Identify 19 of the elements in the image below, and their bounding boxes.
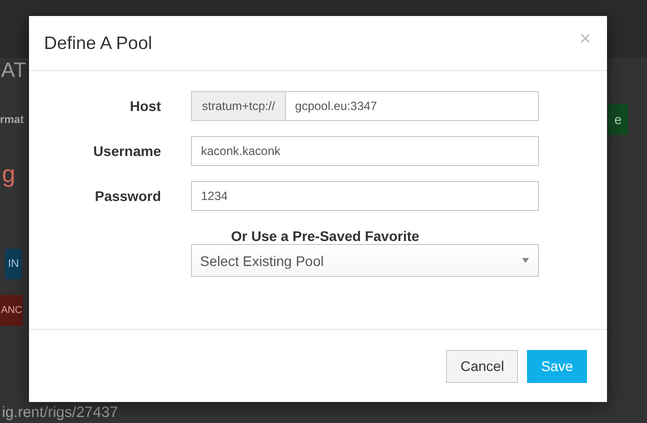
action-button[interactable]: e bbox=[608, 104, 628, 135]
username-field[interactable]: kaconk.kaconk bbox=[191, 136, 539, 166]
caret-icon bbox=[522, 258, 529, 263]
rig-url: ig.rent/rigs/27437 bbox=[2, 403, 118, 422]
info-button[interactable]: IN bbox=[5, 249, 22, 279]
protocol-addon: stratum+tcp:// bbox=[191, 91, 286, 121]
page-heading: AT bbox=[1, 58, 26, 84]
favorite-label: Or Use a Pre-Saved Favorite bbox=[231, 228, 420, 244]
cancel-button[interactable]: Cancel bbox=[446, 350, 518, 382]
field-label: Username bbox=[92, 143, 161, 159]
field-label: Host bbox=[128, 98, 161, 114]
section-heading: g bbox=[2, 160, 16, 190]
pool-dropdown[interactable]: Select Existing Pool bbox=[191, 244, 539, 277]
host-field[interactable]: gcpool.eu:3347 bbox=[285, 91, 539, 121]
password-field[interactable]: 1234 bbox=[191, 181, 539, 211]
cancel-button[interactable]: ANC bbox=[0, 295, 24, 326]
field-label: Password bbox=[94, 188, 161, 204]
dialog-title: Define A Pool bbox=[44, 32, 152, 54]
tab-label[interactable]: rmat bbox=[0, 114, 24, 126]
